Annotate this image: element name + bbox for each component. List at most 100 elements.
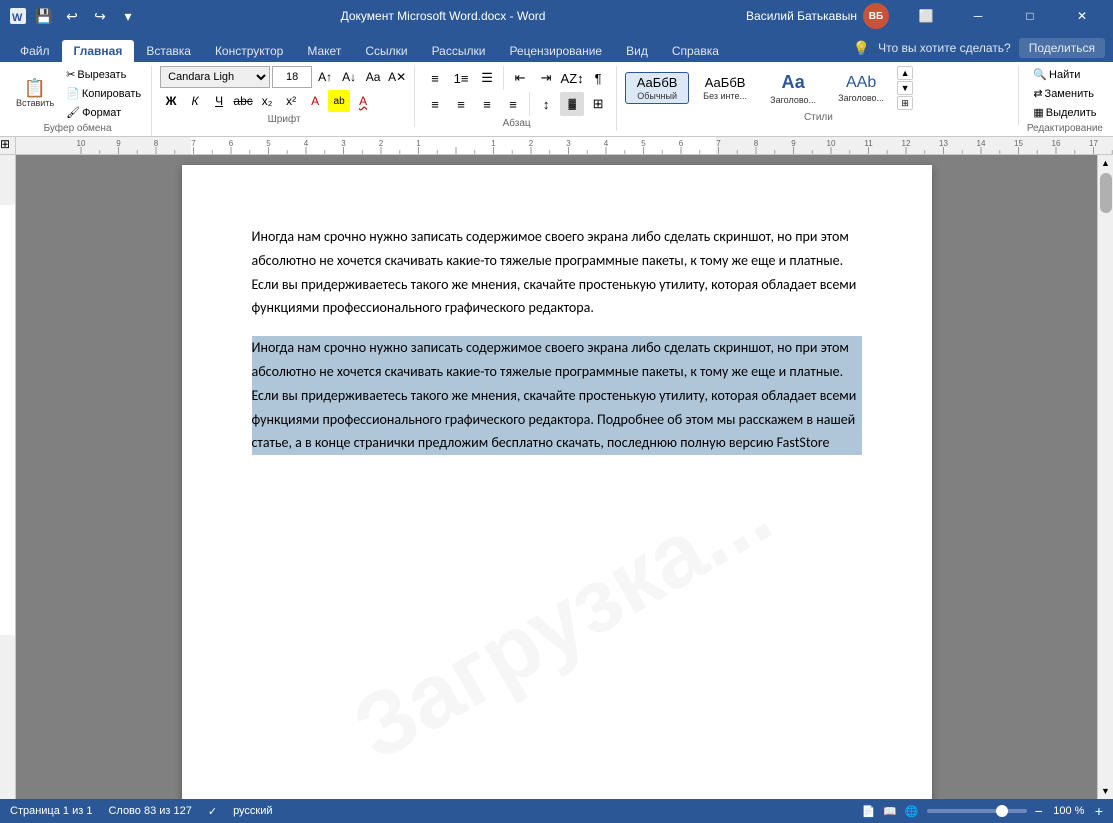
view-web-button[interactable]: 🌐 xyxy=(905,805,919,818)
copy-icon: 📄 xyxy=(66,87,80,100)
style-heading1[interactable]: Аа Заголово... xyxy=(761,68,825,107)
zoom-level[interactable]: 100 % xyxy=(1051,805,1087,817)
copy-button[interactable]: 📄 Копировать xyxy=(62,85,145,102)
status-left: Страница 1 из 1 Слово 83 из 127 ✓ русски… xyxy=(10,805,273,818)
paste-button[interactable]: 📋 Вставить xyxy=(10,75,60,112)
tab-view[interactable]: Вид xyxy=(614,40,660,62)
svg-text:1: 1 xyxy=(491,139,496,148)
share-button[interactable]: Поделиться xyxy=(1019,38,1105,58)
zoom-thumb[interactable] xyxy=(996,805,1008,817)
style-heading2[interactable]: ААb Заголово... xyxy=(829,70,893,107)
align-right-button[interactable]: ≡ xyxy=(475,92,499,116)
select-button[interactable]: ▦ Выделить xyxy=(1029,104,1100,121)
ribbon-collapse-button[interactable]: ⬜ xyxy=(903,0,949,32)
ruler-area: ⊞ // Will be generated via JS below 1098… xyxy=(0,137,1113,155)
minimize-button[interactable]: ─ xyxy=(955,0,1001,32)
show-marks-button[interactable]: ¶ xyxy=(586,66,610,90)
zoom-out-button[interactable]: − xyxy=(1035,803,1043,819)
tab-review[interactable]: Рецензирование xyxy=(497,40,614,62)
main-area: Загрузка... Загрузка... Иногда нам срочн… xyxy=(0,155,1113,799)
document-page[interactable]: Загрузка... Иногда нам срочно нужно запи… xyxy=(182,165,932,799)
scroll-up-button[interactable]: ▲ xyxy=(1098,155,1113,171)
select-icon: ▦ xyxy=(1033,106,1043,119)
clear-format-button[interactable]: A✕ xyxy=(386,66,408,88)
format-painter-button[interactable]: 🖌 Формат xyxy=(62,104,145,121)
text-color-button[interactable]: A xyxy=(304,90,326,112)
replace-button[interactable]: ⇄ Заменить xyxy=(1029,85,1098,102)
font-shrink-button[interactable]: A↓ xyxy=(338,66,360,88)
tab-design[interactable]: Конструктор xyxy=(203,40,295,62)
replace-icon: ⇄ xyxy=(1033,87,1042,100)
borders-button[interactable]: ⊞ xyxy=(586,92,610,116)
edit-label: Редактирование xyxy=(1027,123,1103,134)
font-name-select[interactable]: Candara Ligh xyxy=(160,66,270,88)
line-spacing-button[interactable]: ↕ xyxy=(534,92,558,116)
font-color-button[interactable]: A xyxy=(352,90,374,112)
superscript-button[interactable]: x² xyxy=(280,90,302,112)
change-case-button[interactable]: Aa xyxy=(362,66,384,88)
font-size-input[interactable] xyxy=(272,66,312,88)
close-button[interactable]: ✕ xyxy=(1059,0,1105,32)
tab-home[interactable]: Главная xyxy=(62,40,135,62)
increase-indent-button[interactable]: ⇥ xyxy=(534,66,558,90)
styles-scroll-down[interactable]: ▼ xyxy=(897,81,913,95)
tab-layout[interactable]: Макет xyxy=(295,40,353,62)
multilevel-list-button[interactable]: ☰ xyxy=(475,66,499,90)
shading-button[interactable]: ▓ xyxy=(560,92,584,116)
redo-button[interactable]: ↪ xyxy=(88,4,112,28)
strikethrough-button[interactable]: abc xyxy=(232,90,254,112)
paragraph-2-selected[interactable]: Иногда нам срочно нужно записать содержи… xyxy=(252,336,862,455)
sort-button[interactable]: AZ↕ xyxy=(560,66,584,90)
tab-help[interactable]: Справка xyxy=(660,40,731,62)
customize-button[interactable]: ▾ xyxy=(116,4,140,28)
bullets-button[interactable]: ≡ xyxy=(423,66,447,90)
scroll-thumb[interactable] xyxy=(1100,173,1112,213)
status-right: 📄 📖 🌐 − 100 % + xyxy=(862,803,1103,819)
undo-button[interactable]: ↩ xyxy=(60,4,84,28)
zoom-in-button[interactable]: + xyxy=(1095,803,1103,819)
svg-text:3: 3 xyxy=(341,139,346,148)
cut-button[interactable]: ✂ Вырезать xyxy=(62,66,145,83)
word-count-status[interactable]: Слово 83 из 127 xyxy=(108,805,191,817)
vertical-ruler xyxy=(0,155,16,799)
tab-mailings[interactable]: Рассылки xyxy=(420,40,498,62)
user-avatar[interactable]: ВБ xyxy=(863,3,889,29)
style-normal[interactable]: АаБбВ Обычный xyxy=(625,72,689,105)
ask-action[interactable]: Что вы хотите сделать? xyxy=(878,41,1011,55)
spelling-icon: ✓ xyxy=(208,805,217,818)
brush-icon: 🖌 xyxy=(66,106,80,119)
numbered-list-button[interactable]: 1≡ xyxy=(449,66,473,90)
vertical-scrollbar[interactable]: ▲ ▼ xyxy=(1097,155,1113,799)
align-justify-button[interactable]: ≡ xyxy=(501,92,525,116)
paragraph-1[interactable]: Иногда нам срочно нужно записать содержи… xyxy=(252,225,862,320)
scroll-down-button[interactable]: ▼ xyxy=(1098,783,1113,799)
view-print-button[interactable]: 📄 xyxy=(862,805,876,818)
styles-expand[interactable]: ⊞ xyxy=(897,96,913,110)
document-area[interactable]: Загрузка... Загрузка... Иногда нам срочн… xyxy=(16,155,1097,799)
maximize-button[interactable]: □ xyxy=(1007,0,1053,32)
ruler-corner[interactable]: ⊞ xyxy=(0,137,16,154)
align-center-button[interactable]: ≡ xyxy=(449,92,473,116)
save-button[interactable]: 💾 xyxy=(32,4,56,28)
view-read-button[interactable]: 📖 xyxy=(883,805,897,818)
tab-insert[interactable]: Вставка xyxy=(134,40,203,62)
styles-scroll-up[interactable]: ▲ xyxy=(897,66,913,80)
decrease-indent-button[interactable]: ⇤ xyxy=(508,66,532,90)
italic-button[interactable]: К xyxy=(184,90,206,112)
underline-button[interactable]: Ч xyxy=(208,90,230,112)
font-grow-button[interactable]: A↑ xyxy=(314,66,336,88)
tab-references[interactable]: Ссылки xyxy=(353,40,419,62)
font-label: Шрифт xyxy=(160,114,408,125)
tab-file[interactable]: Файл xyxy=(8,40,62,62)
svg-text:16: 16 xyxy=(1052,139,1061,148)
bold-button[interactable]: Ж xyxy=(160,90,182,112)
find-button[interactable]: 🔍 Найти xyxy=(1029,66,1084,83)
page-status[interactable]: Страница 1 из 1 xyxy=(10,805,92,817)
subscript-button[interactable]: x₂ xyxy=(256,90,278,112)
highlight-button[interactable]: ab xyxy=(328,90,350,112)
align-left-button[interactable]: ≡ xyxy=(423,92,447,116)
svg-text:W: W xyxy=(12,12,23,24)
style-no-spacing[interactable]: АаБбВ Без инте... xyxy=(693,72,757,105)
language-status[interactable]: русский xyxy=(233,805,272,817)
zoom-slider[interactable] xyxy=(927,809,1027,813)
